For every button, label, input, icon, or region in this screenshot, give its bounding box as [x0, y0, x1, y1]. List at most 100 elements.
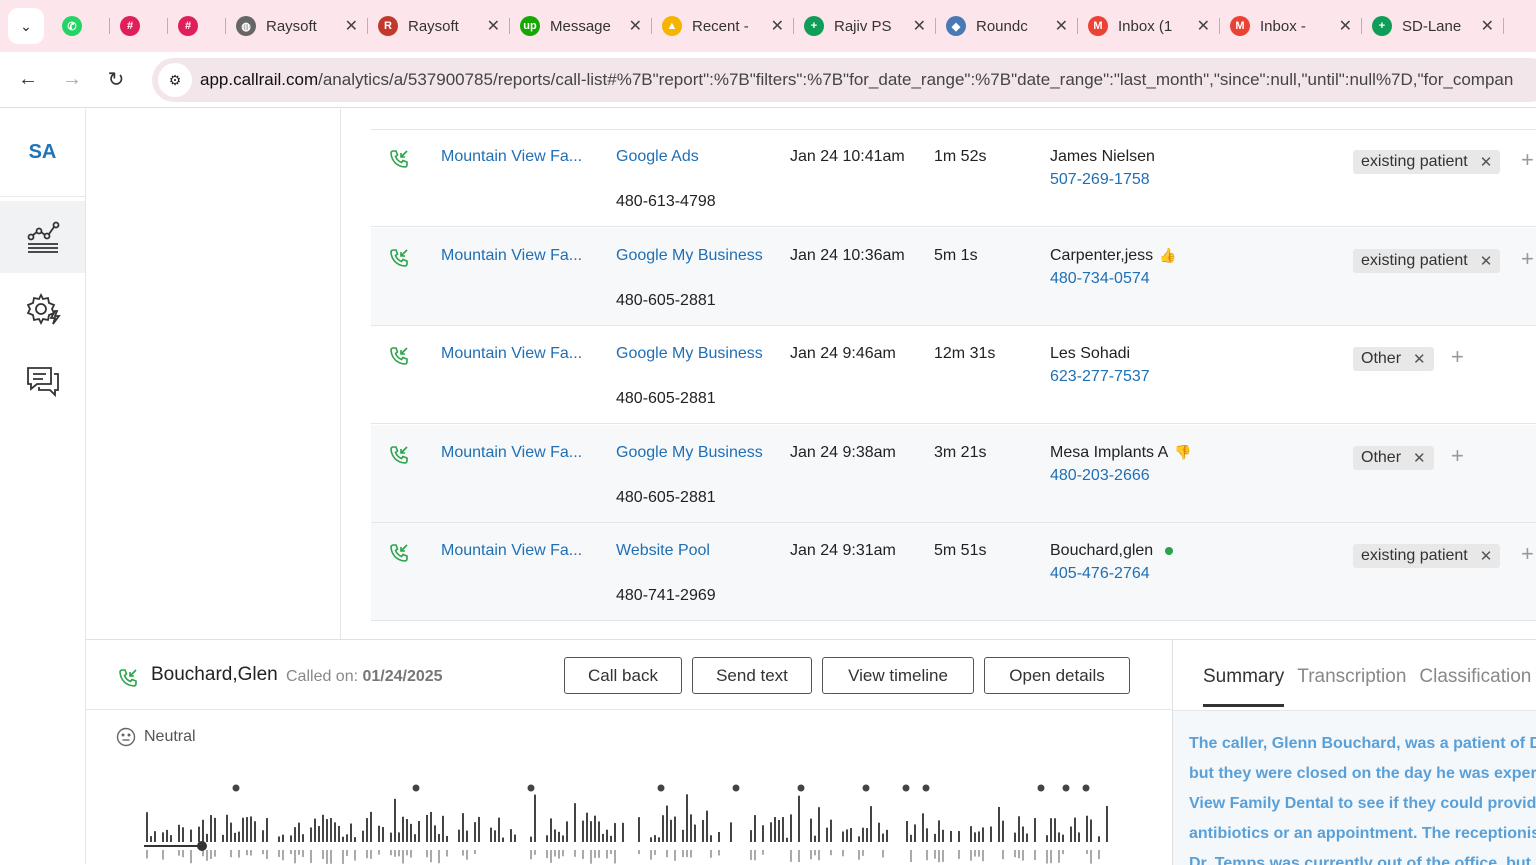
- close-tab-icon[interactable]: ✕: [1339, 16, 1352, 36]
- account-logo[interactable]: SA: [0, 109, 85, 197]
- inbound-call-icon: [390, 248, 408, 267]
- send-text-button[interactable]: Send text: [692, 657, 812, 694]
- reload-button[interactable]: ↻: [94, 67, 138, 92]
- company-name[interactable]: Mountain View Fa...: [441, 247, 582, 265]
- caller-name-text: Les Sohadi: [1050, 345, 1131, 362]
- waveform-bar: [934, 850, 936, 859]
- speaker-marker[interactable]: [1082, 784, 1090, 792]
- add-tag-icon[interactable]: +: [1451, 344, 1464, 370]
- waveform-bar: [606, 850, 608, 859]
- waveform-bar: [730, 822, 732, 842]
- add-tag-icon[interactable]: +: [1451, 443, 1464, 469]
- tab-transcription[interactable]: Transcription: [1297, 666, 1406, 707]
- company-name[interactable]: Mountain View Fa...: [441, 542, 582, 560]
- speaker-marker[interactable]: [862, 784, 870, 792]
- speaker-marker[interactable]: [657, 784, 665, 792]
- call-back-button[interactable]: Call back: [564, 657, 682, 694]
- source-name[interactable]: Google My Business: [616, 444, 763, 462]
- waveform-bar: [862, 827, 864, 842]
- add-tag-icon[interactable]: +: [1521, 147, 1534, 173]
- remove-tag-icon[interactable]: ✕: [1480, 153, 1493, 171]
- call-duration: 5m 1s: [934, 246, 978, 264]
- close-tab-icon[interactable]: ✕: [913, 16, 926, 36]
- close-tab-icon[interactable]: ✕: [487, 16, 500, 36]
- table-row[interactable]: Mountain View Fa... Google My Business 480…: [371, 227, 1536, 326]
- speaker-marker[interactable]: [527, 784, 535, 792]
- remove-tag-icon[interactable]: ✕: [1413, 350, 1426, 368]
- waveform-bar: [370, 811, 372, 842]
- waveform-bar: [206, 833, 208, 842]
- source-name[interactable]: Google My Business: [616, 247, 763, 265]
- speaker-marker[interactable]: [1062, 784, 1070, 792]
- waveform-bar: [210, 815, 212, 842]
- company-name[interactable]: Mountain View Fa...: [441, 345, 582, 363]
- tab-search-button[interactable]: ⌄: [8, 8, 44, 44]
- summary-line: View Family Dental to see if they could …: [1189, 795, 1536, 812]
- speaker-marker[interactable]: [732, 784, 740, 792]
- close-tab-icon[interactable]: ✕: [345, 16, 358, 36]
- waveform-bar: [978, 850, 980, 857]
- table-row[interactable]: Mountain View Fa... Website Pool 480-741-2…: [371, 523, 1536, 621]
- speaker-marker[interactable]: [1037, 784, 1045, 792]
- browser-tab[interactable]: up Message ✕: [510, 9, 652, 43]
- remove-tag-icon[interactable]: ✕: [1480, 547, 1493, 565]
- close-tab-icon[interactable]: ✕: [629, 16, 642, 36]
- site-info-icon[interactable]: ⚙: [158, 63, 192, 97]
- close-tab-icon[interactable]: ✕: [771, 16, 784, 36]
- browser-tab[interactable]: M Inbox (1 ✕: [1078, 9, 1220, 43]
- browser-tab[interactable]: ◆ Roundc ✕: [936, 9, 1078, 43]
- browser-tab[interactable]: R Raysoft ✕: [368, 9, 510, 43]
- add-tag-icon[interactable]: +: [1521, 541, 1534, 567]
- rail-item-analytics[interactable]: [0, 201, 85, 273]
- caller-phone[interactable]: 623-277-7537: [1050, 368, 1150, 386]
- view-timeline-button[interactable]: View timeline: [822, 657, 974, 694]
- table-row[interactable]: Mountain View Fa... Google Ads 480-613-479…: [371, 129, 1536, 227]
- close-tab-icon[interactable]: ✕: [1481, 16, 1494, 36]
- gmail-icon: M: [1088, 16, 1108, 36]
- speaker-marker[interactable]: [412, 784, 420, 792]
- browser-tab[interactable]: ✆: [52, 9, 110, 43]
- forward-button[interactable]: →: [50, 68, 94, 91]
- caller-phone[interactable]: 405-476-2764: [1050, 565, 1150, 583]
- browser-tab[interactable]: #: [168, 9, 226, 43]
- back-button[interactable]: ←: [6, 68, 50, 91]
- remove-tag-icon[interactable]: ✕: [1413, 449, 1426, 467]
- browser-tab[interactable]: ◍ Raysoft ✕: [226, 9, 368, 43]
- remove-tag-icon[interactable]: ✕: [1480, 252, 1493, 270]
- browser-tab[interactable]: M Inbox - ✕: [1220, 9, 1362, 43]
- speaker-marker[interactable]: [797, 784, 805, 792]
- caller-phone[interactable]: 480-203-2666: [1050, 467, 1150, 485]
- caller-phone[interactable]: 480-734-0574: [1050, 270, 1150, 288]
- close-tab-icon[interactable]: ✕: [1055, 16, 1068, 36]
- reload-icon: ↻: [107, 69, 125, 91]
- rail-item-conversations[interactable]: [0, 345, 85, 417]
- speaker-marker[interactable]: [232, 784, 240, 792]
- source-name[interactable]: Google Ads: [616, 148, 699, 166]
- browser-tab[interactable]: ▲ Recent - ✕: [652, 9, 794, 43]
- browser-tab[interactable]: + SD-Lane ✕: [1362, 9, 1504, 43]
- company-name[interactable]: Mountain View Fa...: [441, 148, 582, 166]
- browser-tab[interactable]: #: [110, 9, 168, 43]
- source-name[interactable]: Website Pool: [616, 542, 710, 560]
- audio-waveform[interactable]: [144, 778, 1114, 865]
- company-name[interactable]: Mountain View Fa...: [441, 444, 582, 462]
- close-tab-icon[interactable]: ✕: [1197, 16, 1210, 36]
- table-row[interactable]: Mountain View Fa... Google My Business 480…: [371, 326, 1536, 424]
- table-row[interactable]: Mountain View Fa... Google My Business 480…: [371, 424, 1536, 523]
- tab-classification[interactable]: Classification: [1419, 666, 1531, 707]
- open-details-button[interactable]: Open details: [984, 657, 1130, 694]
- tracking-number: 480-741-2969: [616, 587, 716, 604]
- playhead-handle[interactable]: [197, 841, 207, 851]
- url-field[interactable]: ⚙ app.callrail.com/analytics/a/537900785…: [152, 58, 1536, 102]
- speaker-marker[interactable]: [922, 784, 930, 792]
- browser-tab-title: Roundc: [976, 17, 1028, 35]
- speaker-marker[interactable]: [902, 784, 910, 792]
- add-tag-icon[interactable]: +: [1521, 246, 1534, 272]
- browser-tab[interactable]: + Rajiv PS ✕: [794, 9, 936, 43]
- waveform-bar: [666, 850, 668, 858]
- rail-item-settings[interactable]: [0, 273, 85, 345]
- summary-line: Dr. Temps was currently out of the offic…: [1189, 855, 1536, 865]
- source-name[interactable]: Google My Business: [616, 345, 763, 363]
- tab-summary[interactable]: Summary: [1203, 666, 1285, 707]
- caller-phone[interactable]: 507-269-1758: [1050, 171, 1150, 189]
